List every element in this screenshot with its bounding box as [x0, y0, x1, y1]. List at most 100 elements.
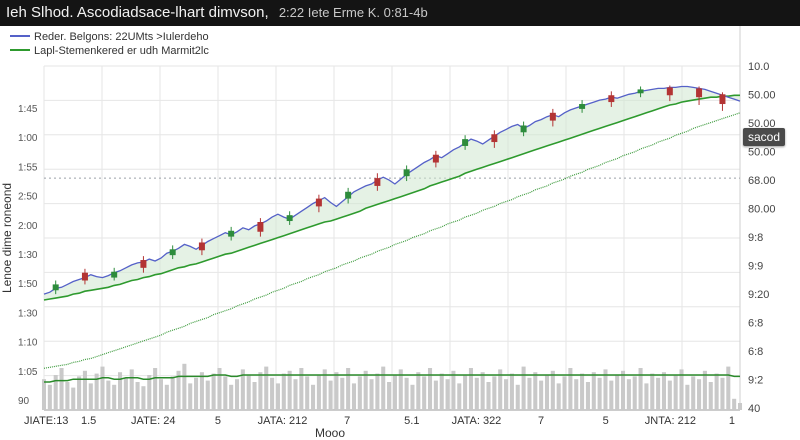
volume-bar	[71, 387, 76, 410]
volume-bar	[732, 398, 737, 410]
chart-window: Ieh Slhod. Ascodiadsace-lhart dimvson, 2…	[0, 0, 800, 440]
volume-bar	[311, 384, 316, 410]
left-tick-label: 90	[18, 396, 30, 407]
candle-body	[696, 88, 703, 98]
candle-body	[403, 169, 410, 177]
volume-bar	[661, 372, 666, 410]
volume-bar	[153, 368, 158, 410]
volume-bar	[258, 372, 263, 410]
candle-body	[52, 284, 59, 291]
candle-body	[719, 94, 726, 105]
left-tick-label: 2:50	[18, 192, 38, 203]
volume-bar	[550, 370, 555, 410]
volume-bar	[697, 379, 702, 410]
x-axis-label: Mooo	[315, 426, 345, 440]
volume-bar	[556, 383, 561, 410]
candle-body	[432, 154, 439, 163]
volume-bar	[609, 380, 614, 410]
volume-bar	[632, 376, 637, 410]
volume-bar	[650, 373, 655, 410]
volume-bar	[726, 366, 731, 410]
volume-bar	[287, 370, 292, 410]
chart-legend: Reder. Belgons: 22UMts >Iulerdeho Lapl-S…	[4, 28, 232, 62]
volume-bar	[375, 373, 380, 410]
volume-bar	[544, 375, 550, 410]
volume-bar	[234, 379, 240, 410]
x-tick-label: 5	[215, 415, 221, 427]
volume-bar	[270, 377, 275, 410]
x-tick-label: 1	[729, 415, 735, 427]
window-titlebar: Ieh Slhod. Ascodiadsace-lhart dimvson, 2…	[0, 0, 800, 26]
left-tick-label: 1:55	[18, 162, 38, 173]
right-tick-label: 10.0	[748, 61, 769, 73]
volume-bar	[65, 382, 70, 410]
volume-bar	[416, 372, 421, 410]
candle-body	[666, 87, 673, 96]
volume-bar	[433, 380, 438, 410]
candle-body	[520, 125, 527, 133]
volume-bar	[363, 370, 368, 410]
volume-bar	[118, 372, 123, 410]
x-tick-label: 5	[603, 415, 609, 427]
right-tick-label: 9:20	[748, 289, 769, 301]
window-subtitle: 2:22 Iete Erme K. 0:81-4b	[278, 5, 428, 20]
candle-body	[198, 242, 205, 251]
volume-bar	[486, 382, 491, 410]
volume-bar	[47, 384, 52, 410]
volume-bar	[199, 372, 204, 410]
volume-bar	[708, 382, 713, 410]
volume-bar	[123, 377, 128, 410]
volume-bar	[194, 377, 199, 410]
volume-bar	[509, 373, 514, 410]
right-tick-label: 6:8	[748, 318, 763, 330]
volume-bar	[737, 403, 743, 410]
candle-body	[549, 112, 556, 121]
volume-bar	[246, 375, 251, 410]
legend-label-price: Reder. Belgons: 22UMts >Iulerdeho	[34, 31, 209, 43]
volume-bar	[504, 379, 509, 410]
volume-bar	[328, 380, 333, 410]
candle-body	[257, 222, 264, 232]
volume-bar	[293, 379, 298, 410]
volume-bar	[720, 377, 725, 410]
candle	[696, 86, 703, 105]
volume-bar	[252, 382, 257, 410]
left-tick-label: 2:00	[18, 221, 38, 232]
volume-bar	[381, 366, 386, 410]
volume-bar	[591, 372, 596, 410]
volume-bar	[82, 370, 87, 410]
volume-bar	[170, 376, 175, 410]
candle-body	[637, 89, 644, 94]
x-tick-label: JATA: 212	[258, 415, 308, 427]
volume-bar	[667, 380, 672, 410]
candle-body	[462, 139, 469, 146]
right-tick-label: 9:8	[748, 232, 763, 244]
candle-body	[81, 272, 88, 281]
volume-bar	[422, 376, 427, 410]
y-axis-label: Lenoe dime roneond	[0, 183, 14, 293]
left-tick-label: 1:05	[18, 367, 38, 378]
right-tick-label: 6:8	[748, 346, 763, 358]
candle-body	[228, 230, 235, 237]
volume-bar	[620, 370, 626, 410]
volume-bar	[392, 375, 397, 410]
right-tick-label: 40	[748, 403, 760, 415]
volume-bar	[305, 376, 310, 410]
left-tick-label: 1:30	[18, 308, 38, 319]
volume-bar	[492, 376, 497, 410]
x-tick-label: 1.5	[81, 415, 96, 427]
volume-bar	[316, 375, 321, 410]
candle-body	[608, 95, 615, 103]
volume-bar	[223, 376, 228, 410]
volume-bar	[164, 384, 169, 410]
x-tick-label: 7	[344, 415, 350, 427]
volume-bar	[264, 366, 269, 410]
volume-bar	[41, 379, 47, 410]
candle-body	[111, 271, 118, 278]
volume-bar	[480, 372, 485, 410]
volume-bar	[112, 384, 117, 410]
right-tick-label: 9:9	[748, 261, 763, 273]
stock-chart[interactable]: 1:45 1:00 1:55 2:50 2:00 1:30 1:50 1:30 1:10 1:05…	[0, 26, 800, 440]
volume-bar	[626, 379, 631, 410]
volume-bar	[439, 373, 444, 410]
